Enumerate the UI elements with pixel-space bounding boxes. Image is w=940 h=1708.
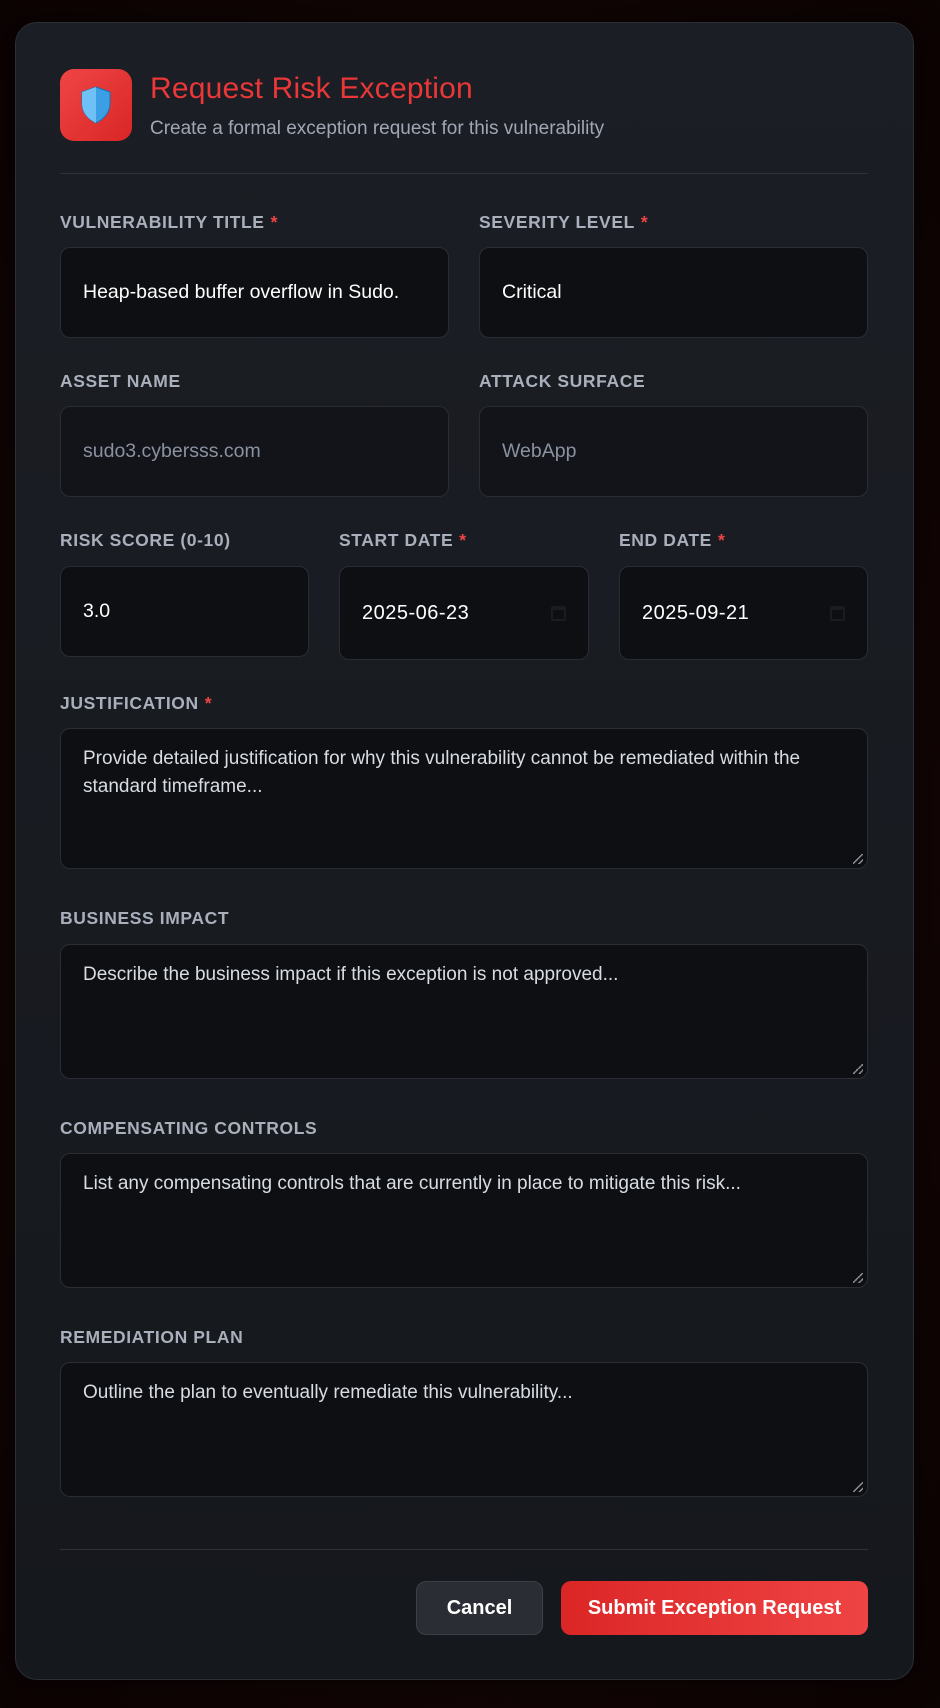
vulnerability-title-label: VULNERABILITY TITLE * — [60, 212, 278, 232]
asset-name-label: ASSET NAME — [60, 371, 181, 391]
business-impact-textarea[interactable]: Describe the business impact if this exc… — [60, 944, 868, 1079]
required-marker: * — [459, 530, 467, 550]
risk-score-value: 3.0 — [83, 600, 111, 622]
start-date-field[interactable]: 2025-06-23 — [339, 566, 589, 660]
remediation-plan-placeholder: Outline the plan to eventually remediate… — [83, 1382, 573, 1403]
risk-score-label: RISK SCORE (0-10) — [60, 530, 231, 550]
compensating-controls-textarea[interactable]: List any compensating controls that are … — [60, 1153, 868, 1288]
dialog-title: Request Risk Exception — [150, 72, 473, 105]
dialog-icon-badge — [60, 69, 132, 141]
remediation-plan-textarea[interactable]: Outline the plan to eventually remediate… — [60, 1362, 868, 1497]
severity-level-value: Critical — [502, 281, 562, 303]
submit-exception-button[interactable]: Submit Exception Request — [561, 1581, 868, 1635]
required-marker: * — [717, 530, 726, 550]
start-date-value: 2025-06-23 — [362, 601, 470, 624]
asset-name-field: sudo3.cybersss.com — [60, 406, 449, 497]
calendar-icon[interactable] — [830, 605, 845, 621]
resize-handle-icon[interactable] — [853, 1482, 863, 1492]
required-marker: * — [204, 693, 213, 713]
calendar-icon[interactable] — [551, 605, 566, 621]
attack-surface-value: WebApp — [502, 440, 577, 462]
required-marker: * — [270, 212, 278, 232]
attack-surface-label: ATTACK SURFACE — [479, 371, 646, 391]
footer-divider — [60, 1549, 868, 1550]
resize-handle-icon[interactable] — [853, 1273, 863, 1283]
attack-surface-field: WebApp — [479, 406, 868, 497]
asset-name-value: sudo3.cybersss.com — [83, 440, 261, 462]
end-date-field[interactable]: 2025-09-21 — [619, 566, 868, 660]
compensating-controls-placeholder: List any compensating controls that are … — [83, 1173, 741, 1194]
severity-level-label: SEVERITY LEVEL * — [479, 212, 649, 232]
vulnerability-title-field[interactable]: Heap-based buffer overflow in Sudo. — [60, 247, 449, 338]
end-date-value: 2025-09-21 — [642, 601, 750, 624]
risk-score-field[interactable]: 3.0 — [60, 566, 309, 657]
resize-handle-icon[interactable] — [853, 1064, 863, 1074]
dialog-subtitle: Create a formal exception request for th… — [150, 118, 605, 139]
severity-level-field[interactable]: Critical — [479, 247, 868, 338]
justification-placeholder: Provide detailed justification for why t… — [83, 748, 801, 797]
compensating-controls-label: COMPENSATING CONTROLS — [60, 1118, 318, 1138]
justification-textarea[interactable]: Provide detailed justification for why t… — [60, 728, 868, 869]
resize-handle-icon[interactable] — [853, 854, 863, 864]
business-impact-label: BUSINESS IMPACT — [60, 908, 230, 928]
end-date-label: END DATE * — [619, 530, 726, 550]
vulnerability-title-value: Heap-based buffer overflow in Sudo. — [83, 281, 400, 303]
business-impact-placeholder: Describe the business impact if this exc… — [83, 964, 619, 985]
required-marker: * — [640, 212, 649, 232]
remediation-plan-label: REMEDIATION PLAN — [60, 1327, 244, 1347]
cancel-button[interactable]: Cancel — [416, 1581, 543, 1635]
start-date-label: START DATE * — [339, 530, 467, 550]
shield-icon — [81, 86, 111, 124]
dialog-header: Request Risk Exception Create a formal e… — [60, 46, 868, 174]
justification-label: JUSTIFICATION * — [60, 693, 213, 713]
